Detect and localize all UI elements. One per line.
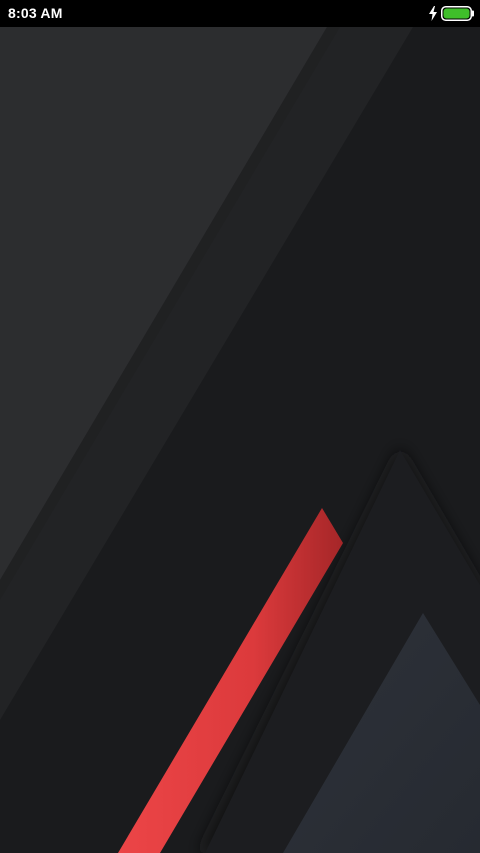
wallpaper [0, 27, 480, 853]
charging-bolt-icon [429, 6, 437, 21]
home-screen: 8:03 AM [0, 0, 480, 853]
status-clock: 8:03 AM [8, 5, 63, 21]
battery-icon [441, 6, 474, 21]
status-bar: 8:03 AM [0, 0, 480, 27]
